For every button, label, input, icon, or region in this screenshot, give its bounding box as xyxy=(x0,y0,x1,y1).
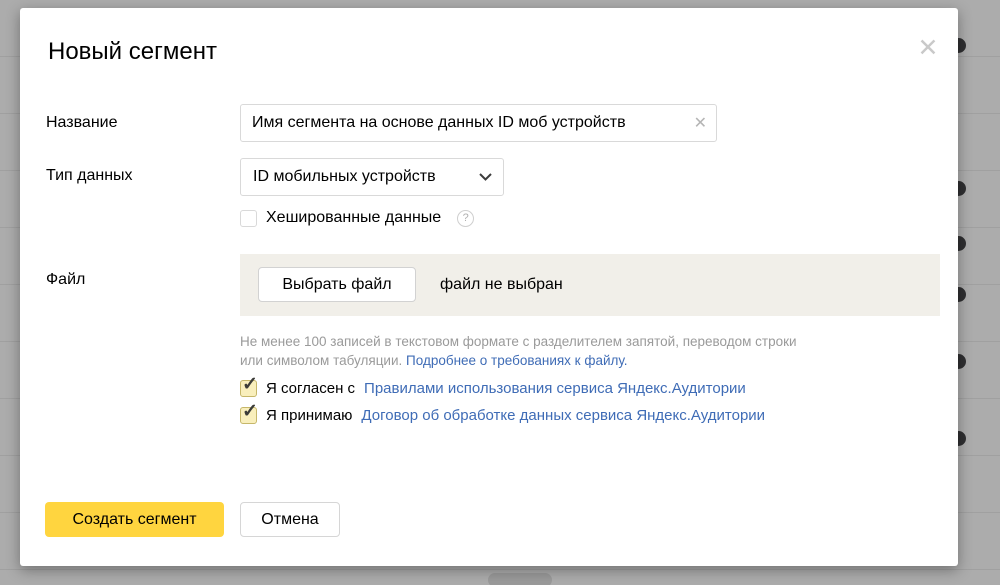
checkmark-icon: ✓ xyxy=(242,400,258,423)
chevron-down-icon xyxy=(479,173,492,181)
data-type-select[interactable]: ID мобильных устройств xyxy=(240,158,504,196)
hint-line1: Не менее 100 записей в текстовом формате… xyxy=(240,332,920,351)
help-glyph: ? xyxy=(463,212,469,224)
hint-line2: или символом табуляции. xyxy=(240,353,402,368)
cancel-button[interactable]: Отмена xyxy=(240,502,340,537)
terms-link[interactable]: Правилами использования сервиса Яндекс.А… xyxy=(364,380,746,397)
segment-name-input[interactable] xyxy=(240,104,717,142)
background-pill xyxy=(488,573,552,585)
data-type-selected-value: ID мобильных устройств xyxy=(253,168,436,186)
file-upload-area: Выбрать файл файл не выбран xyxy=(240,254,940,316)
hashed-data-checkbox[interactable] xyxy=(240,210,257,227)
data-processing-link[interactable]: Договор об обработке данных сервиса Янде… xyxy=(361,407,765,424)
new-segment-dialog: Новый сегмент ✕ Название ✕ Тип данных ID… xyxy=(20,8,958,566)
terms-checkbox[interactable]: ✓ xyxy=(240,380,257,397)
name-label: Название xyxy=(46,114,118,132)
data-processing-prefix: Я принимаю xyxy=(266,407,352,424)
checkmark-icon: ✓ xyxy=(242,373,258,396)
file-requirements-hint: Не менее 100 записей в текстовом формате… xyxy=(240,332,920,370)
segment-name-field-wrap: ✕ xyxy=(240,104,717,142)
hashed-data-row: Хешированные данные ? xyxy=(240,209,474,227)
create-segment-button[interactable]: Создать сегмент xyxy=(45,502,224,537)
terms-prefix: Я согласен с xyxy=(266,380,355,397)
data-type-label: Тип данных xyxy=(46,167,133,185)
file-requirements-link[interactable]: Подробнее о требованиях к файлу. xyxy=(406,353,627,368)
help-icon[interactable]: ? xyxy=(457,210,474,227)
page-title: Новый сегмент xyxy=(48,38,217,66)
file-status-text: файл не выбран xyxy=(440,267,563,302)
terms-agreement-row: ✓ Я согласен с Правилами использования с… xyxy=(240,380,746,397)
close-icon: ✕ xyxy=(918,34,939,62)
clear-input-icon[interactable]: ✕ xyxy=(694,113,707,133)
close-button[interactable]: ✕ xyxy=(912,32,944,64)
choose-file-button[interactable]: Выбрать файл xyxy=(258,267,416,302)
data-processing-checkbox[interactable]: ✓ xyxy=(240,407,257,424)
file-label: Файл xyxy=(46,271,85,289)
hashed-data-label: Хешированные данные xyxy=(266,209,441,227)
data-processing-agreement-row: ✓ Я принимаю Договор об обработке данных… xyxy=(240,407,765,424)
